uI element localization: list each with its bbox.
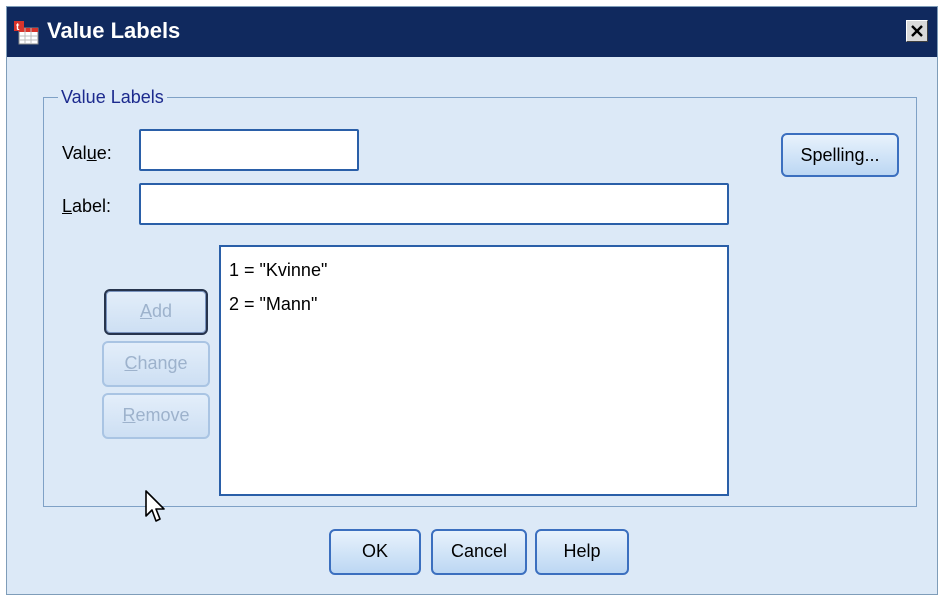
group-legend: Value Labels (58, 86, 167, 108)
close-button[interactable] (906, 20, 928, 42)
list-item[interactable]: 2 = "Mann" (229, 293, 317, 315)
value-label: Value: (62, 143, 112, 163)
label-label: Label: (62, 196, 112, 216)
help-button[interactable]: Help (535, 529, 629, 575)
list-item[interactable]: 1 = "Kvinne" (229, 259, 327, 281)
label-input[interactable] (139, 183, 729, 225)
cancel-button[interactable]: Cancel (431, 529, 527, 575)
mouse-pointer-icon (145, 490, 165, 522)
dialog-title: Value Labels (47, 18, 181, 43)
value-labels-list[interactable]: 1 = "Kvinne" 2 = "Mann" (219, 245, 729, 496)
spss-data-icon: t (14, 21, 39, 45)
remove-button[interactable]: Remove (102, 393, 210, 439)
title-bar[interactable]: t Value Labels (7, 7, 937, 57)
spelling-button[interactable]: Spelling... (781, 133, 899, 177)
close-icon (911, 25, 923, 37)
ok-button[interactable]: OK (329, 529, 421, 575)
change-button[interactable]: Change (102, 341, 210, 387)
value-labels-dialog: t Value Labels Value Labels Value: Label… (6, 6, 938, 595)
value-input[interactable] (139, 129, 359, 171)
add-button[interactable]: Add (104, 289, 208, 335)
